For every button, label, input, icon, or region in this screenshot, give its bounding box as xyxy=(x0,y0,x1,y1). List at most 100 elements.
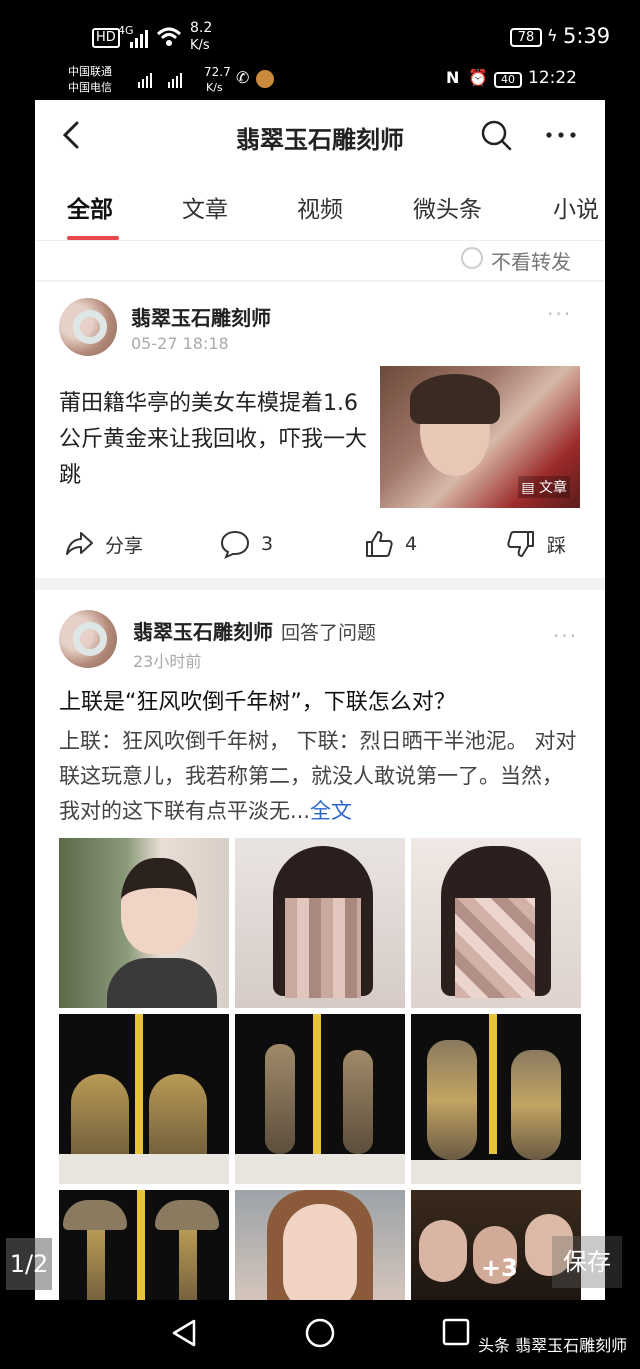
speed-value: 8.2 xyxy=(190,20,213,36)
wifi-icon xyxy=(156,27,182,46)
nav-home-icon[interactable] xyxy=(304,1317,336,1349)
inner-speed-unit: K/s xyxy=(206,81,223,94)
article-thumbnail[interactable]: ▤ 文章 xyxy=(380,366,580,508)
comment-button[interactable]: 3 xyxy=(219,528,273,560)
dual-signal-icon xyxy=(138,73,182,88)
author-name[interactable]: 翡翠玉石雕刻师 xyxy=(131,302,271,331)
save-button[interactable]: 保存 xyxy=(552,1236,622,1288)
grid-image-7[interactable] xyxy=(59,1190,229,1300)
clock: 5:39 xyxy=(563,24,611,48)
filter-row: 不看转发 xyxy=(35,240,605,280)
article-badge: ▤ 文章 xyxy=(518,476,570,498)
candle-holder-left-shape xyxy=(63,1200,127,1230)
pixelated-face xyxy=(285,898,361,998)
search-icon[interactable] xyxy=(479,118,513,152)
stem-right-shape xyxy=(179,1230,197,1300)
app-notification-icon xyxy=(256,70,274,88)
ruler-shape xyxy=(137,1190,145,1300)
author-name[interactable]: 翡翠玉石雕刻师 xyxy=(133,620,273,644)
grid-image-8[interactable] xyxy=(235,1190,405,1300)
shoulders-shape xyxy=(107,958,217,1008)
vase-left-shape xyxy=(427,1040,477,1160)
nfc-icon: N xyxy=(446,68,460,87)
thumbs-up-icon xyxy=(366,531,393,557)
post-time: 23小时前 xyxy=(133,652,202,671)
grid-image-6[interactable] xyxy=(411,1014,581,1184)
table-shape xyxy=(235,1154,405,1184)
nav-back-icon[interactable] xyxy=(170,1318,198,1348)
face-shape xyxy=(283,1204,357,1300)
speed-unit: K/s xyxy=(190,38,210,53)
ruler-shape xyxy=(489,1014,497,1154)
author-action: 回答了问题 xyxy=(281,622,377,644)
crane-left-shape xyxy=(265,1044,295,1154)
tab-videos[interactable]: 视频 xyxy=(297,190,343,224)
inner-speed-value: 72.7 xyxy=(204,65,231,79)
battery-level: 78 xyxy=(510,28,542,47)
pixelated-face xyxy=(455,898,535,998)
candle-holder-right-shape xyxy=(155,1200,219,1230)
post-more-icon[interactable]: ··· xyxy=(547,302,572,326)
thumbs-down-icon xyxy=(507,531,534,557)
like-button[interactable]: 4 xyxy=(363,528,417,560)
inner-clock: 12:22 xyxy=(528,68,577,88)
table-shape xyxy=(59,1154,229,1184)
share-label: 分享 xyxy=(105,534,144,557)
author-avatar[interactable] xyxy=(59,610,117,668)
comment-icon xyxy=(220,530,250,559)
grid-image-2[interactable] xyxy=(235,838,405,1008)
hide-reposts-radio[interactable] xyxy=(461,247,483,269)
share-icon xyxy=(66,532,93,555)
source-watermark: 头条 翡翠玉石雕刻师 xyxy=(478,1336,628,1355)
feed-card-article[interactable]: 翡翠玉石雕刻师 05-27 18:18 ··· 莆田籍华亭的美女车模提着1.6公… xyxy=(35,282,605,578)
post-time: 05-27 18:18 xyxy=(131,334,229,353)
vase-right-shape xyxy=(511,1050,561,1160)
more-options-icon[interactable] xyxy=(543,118,579,152)
face-1-shape xyxy=(419,1220,467,1282)
question-title[interactable]: 上联是“狂风吹倒千年树”，下联怎么对？ xyxy=(59,684,456,716)
carrier-2: 中国电信 xyxy=(68,81,112,94)
post-more-icon[interactable]: ··· xyxy=(553,624,578,648)
signal-icon xyxy=(130,30,148,48)
dislike-button[interactable]: 踩 xyxy=(505,528,566,560)
grid-image-3[interactable] xyxy=(411,838,581,1008)
more-images-count[interactable]: +3 xyxy=(481,1254,518,1282)
tab-micro-posts[interactable]: 微头条 xyxy=(413,190,482,224)
inner-status-bar: 中国联通 中国电信 72.7 K/s ✆ N ⏰ 40 12:22 xyxy=(0,62,640,100)
statue-right-shape xyxy=(149,1074,207,1164)
full-text-link[interactable]: 全文 xyxy=(310,799,352,823)
hide-reposts-label[interactable]: 不看转发 xyxy=(491,246,571,275)
missed-call-icon: ✆ xyxy=(236,68,250,87)
like-count: 4 xyxy=(405,533,418,555)
ruler-shape xyxy=(135,1014,143,1154)
top-navbar: 翡翠玉石雕刻师 xyxy=(35,100,605,170)
grid-image-5[interactable] xyxy=(235,1014,405,1184)
nav-recents-icon[interactable] xyxy=(442,1318,470,1346)
category-tabs: 全部 文章 视频 微头条 小说 xyxy=(35,170,605,240)
statue-left-shape xyxy=(71,1074,129,1164)
grid-image-4[interactable] xyxy=(59,1014,229,1184)
feed-card-answer[interactable]: 翡翠玉石雕刻师 回答了问题 23小时前 ··· 上联是“狂风吹倒千年树”，下联怎么… xyxy=(35,590,605,1300)
page-title: 翡翠玉石雕刻师 xyxy=(236,126,404,154)
thumbnail-hair-shape xyxy=(410,374,500,424)
carrier-1: 中国联通 xyxy=(68,65,112,78)
ruler-shape xyxy=(313,1014,321,1164)
table-shape xyxy=(411,1160,581,1184)
app-screen: 翡翠玉石雕刻师 全部 文章 视频 微头条 小说 不看转发 翡翠玉石雕刻师 05-… xyxy=(35,100,605,1300)
tab-articles[interactable]: 文章 xyxy=(182,190,228,224)
tab-novels[interactable]: 小说 xyxy=(553,190,599,224)
author-line[interactable]: 翡翠玉石雕刻师 回答了问题 xyxy=(133,616,376,645)
charging-icon: ϟ xyxy=(547,26,558,45)
article-title[interactable]: 莆田籍华亭的美女车模提着1.6公斤黄金来让我回收，吓我一大跳 xyxy=(59,386,375,494)
inner-battery-level: 40 xyxy=(494,72,522,88)
answer-excerpt[interactable]: 上联：狂风吹倒千年树， 下联：烈日晒干半池泥。 对对联这玩意儿，我若称第二，就没… xyxy=(59,724,581,829)
hd-badge: HD xyxy=(92,28,120,48)
outer-status-bar: HD 4G 8.2 K/s 78 ϟ 5:39 xyxy=(0,0,640,62)
grid-image-1[interactable] xyxy=(59,838,229,1008)
share-button[interactable]: 分享 xyxy=(63,528,143,560)
author-avatar[interactable] xyxy=(59,298,117,356)
page-indicator: 1/2 xyxy=(6,1238,52,1290)
tab-all[interactable]: 全部 xyxy=(67,190,113,224)
dislike-label: 踩 xyxy=(547,534,567,557)
comment-count: 3 xyxy=(261,533,274,555)
